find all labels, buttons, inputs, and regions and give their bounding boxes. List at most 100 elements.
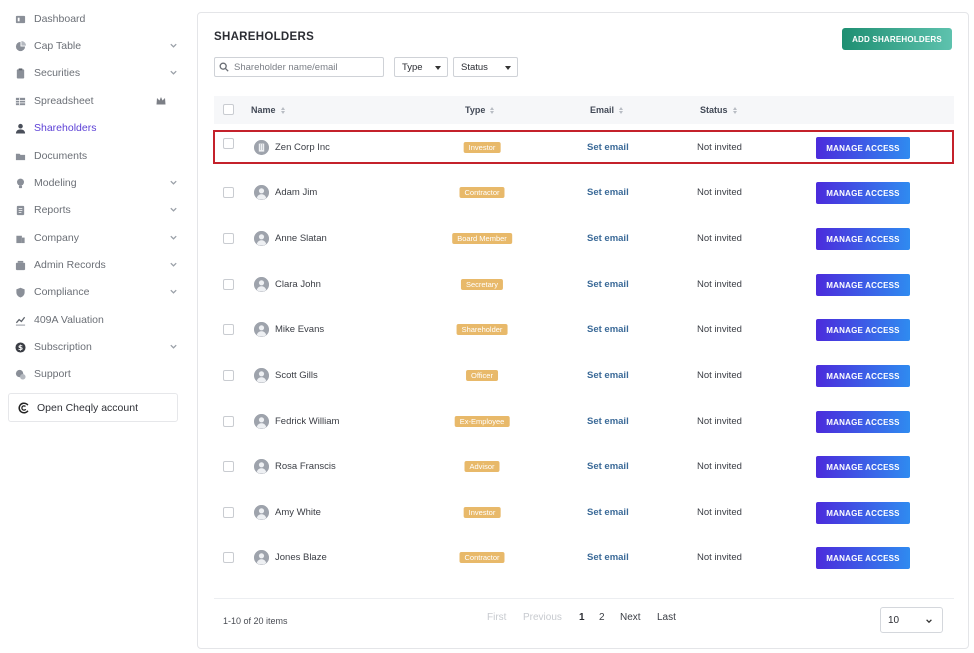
type-filter-label: Type xyxy=(402,61,423,73)
manage-access-button[interactable]: MANAGE ACCESS xyxy=(816,365,910,387)
person-avatar-icon xyxy=(254,231,269,246)
row-checkbox[interactable] xyxy=(223,507,234,518)
row-checkbox[interactable] xyxy=(223,324,234,335)
open-cheqly-account-button[interactable]: Open Cheqly account xyxy=(8,393,178,422)
pagination-next[interactable]: Next xyxy=(620,612,641,623)
table-header: Name Type Email Status xyxy=(214,96,954,124)
table-row: Anne Slatan Board Member Set email Not invi… xyxy=(214,225,954,253)
row-checkbox[interactable] xyxy=(223,187,234,198)
sidebar-item-409a-valuation[interactable]: 409A Valuation xyxy=(14,310,182,330)
manage-access-button[interactable]: MANAGE ACCESS xyxy=(816,182,910,204)
column-header-status[interactable]: Status xyxy=(700,105,737,115)
chevron-down-icon[interactable] xyxy=(169,41,178,50)
manage-access-button[interactable]: MANAGE ACCESS xyxy=(816,456,910,478)
set-email-link[interactable]: Set email xyxy=(587,142,629,153)
row-checkbox[interactable] xyxy=(223,461,234,472)
shareholder-name: Rosa Franscis xyxy=(275,461,336,472)
status-text: Not invited xyxy=(697,187,742,198)
manage-access-button[interactable]: MANAGE ACCESS xyxy=(816,137,910,159)
dashboard-icon xyxy=(14,13,26,25)
sidebar-item-spreadsheet[interactable]: Spreadsheet xyxy=(14,91,182,111)
manage-access-button[interactable]: MANAGE ACCESS xyxy=(816,274,910,296)
set-email-link[interactable]: Set email xyxy=(587,552,629,563)
page-size-select[interactable]: 10 xyxy=(880,607,943,633)
shield-icon xyxy=(14,286,26,298)
chevron-down-icon[interactable] xyxy=(169,287,178,296)
sidebar-item-documents[interactable]: Documents xyxy=(14,146,182,166)
set-email-link[interactable]: Set email xyxy=(587,370,629,381)
sidebar-item-subscription[interactable]: $ Subscription xyxy=(14,337,182,357)
table-row: Fedrick William Ex-Employee Set email Not i… xyxy=(214,408,954,436)
type-badge: Investor xyxy=(463,507,501,518)
set-email-link[interactable]: Set email xyxy=(587,187,629,198)
sidebar-item-support[interactable]: Support xyxy=(14,364,182,384)
search-icon xyxy=(219,62,230,73)
set-email-link[interactable]: Set email xyxy=(587,416,629,427)
add-shareholders-button[interactable]: ADD SHAREHOLDERS xyxy=(842,28,952,50)
person-avatar-icon xyxy=(254,368,269,383)
row-checkbox[interactable] xyxy=(223,279,234,290)
column-header-name[interactable]: Name xyxy=(251,105,285,115)
dollar-icon: $ xyxy=(14,341,26,353)
shareholder-name: Amy White xyxy=(275,507,321,518)
sidebar-item-label: Company xyxy=(34,232,79,244)
chevron-down-icon[interactable] xyxy=(169,260,178,269)
pagination-page-2[interactable]: 2 xyxy=(599,612,605,623)
sidebar-item-compliance[interactable]: Compliance xyxy=(14,282,182,302)
select-all-checkbox[interactable] xyxy=(223,104,234,115)
chevron-down-icon[interactable] xyxy=(169,342,178,351)
set-email-link[interactable]: Set email xyxy=(587,507,629,518)
row-checkbox[interactable] xyxy=(223,233,234,244)
caret-down-icon xyxy=(505,66,511,70)
pagination-last[interactable]: Last xyxy=(657,612,676,623)
sidebar-item-shareholders[interactable]: Shareholders xyxy=(14,118,182,138)
column-header-type[interactable]: Type xyxy=(465,105,495,115)
chevron-down-icon[interactable] xyxy=(169,68,178,77)
search-input[interactable] xyxy=(234,61,382,73)
row-checkbox[interactable] xyxy=(223,552,234,563)
sidebar-item-securities[interactable]: Securities xyxy=(14,63,182,83)
chevron-down-icon[interactable] xyxy=(169,205,178,214)
chevron-down-icon[interactable] xyxy=(169,233,178,242)
table-row: Amy White Investor Set email Not invited MAN… xyxy=(214,499,954,527)
table-row: Jones Blaze Contractor Set email Not invite… xyxy=(214,544,954,572)
sidebar-item-cap-table[interactable]: Cap Table xyxy=(14,36,182,56)
chart-icon xyxy=(14,314,26,326)
pagination-page-1[interactable]: 1 xyxy=(579,612,585,623)
sidebar-item-admin-records[interactable]: Admin Records xyxy=(14,255,182,275)
person-avatar-icon xyxy=(254,459,269,474)
set-email-link[interactable]: Set email xyxy=(587,461,629,472)
manage-access-button[interactable]: MANAGE ACCESS xyxy=(816,228,910,250)
sidebar-item-company[interactable]: Company xyxy=(14,228,182,248)
building-icon xyxy=(14,232,26,244)
column-header-email[interactable]: Email xyxy=(590,105,624,115)
set-email-link[interactable]: Set email xyxy=(587,233,629,244)
type-filter-dropdown[interactable]: Type xyxy=(394,57,448,77)
svg-text:$: $ xyxy=(17,343,22,352)
row-checkbox[interactable] xyxy=(223,138,234,149)
sidebar-item-label: Support xyxy=(34,368,71,380)
sidebar-item-label: Shareholders xyxy=(34,122,97,134)
report-icon xyxy=(14,204,26,216)
pagination-previous[interactable]: Previous xyxy=(523,612,562,623)
manage-access-button[interactable]: MANAGE ACCESS xyxy=(816,502,910,524)
sidebar-item-modeling[interactable]: Modeling xyxy=(14,173,182,193)
manage-access-button[interactable]: MANAGE ACCESS xyxy=(816,411,910,433)
set-email-link[interactable]: Set email xyxy=(587,324,629,335)
sidebar-item-dashboard[interactable]: Dashboard xyxy=(14,9,182,29)
set-email-link[interactable]: Set email xyxy=(587,279,629,290)
search-box[interactable] xyxy=(214,57,384,77)
chevron-down-icon[interactable] xyxy=(169,178,178,187)
table-row: Scott Gills Officer Set email Not invited MA… xyxy=(214,362,954,390)
manage-access-button[interactable]: MANAGE ACCESS xyxy=(816,547,910,569)
sort-icon xyxy=(732,106,737,114)
person-avatar-icon xyxy=(254,185,269,200)
spreadsheet-icon xyxy=(14,95,26,107)
row-checkbox[interactable] xyxy=(223,370,234,381)
manage-access-button[interactable]: MANAGE ACCESS xyxy=(816,319,910,341)
status-filter-dropdown[interactable]: Status xyxy=(453,57,518,77)
sidebar-item-reports[interactable]: Reports xyxy=(14,200,182,220)
pagination-first[interactable]: First xyxy=(487,612,506,623)
sidebar-item-label: Modeling xyxy=(34,177,77,189)
row-checkbox[interactable] xyxy=(223,416,234,427)
